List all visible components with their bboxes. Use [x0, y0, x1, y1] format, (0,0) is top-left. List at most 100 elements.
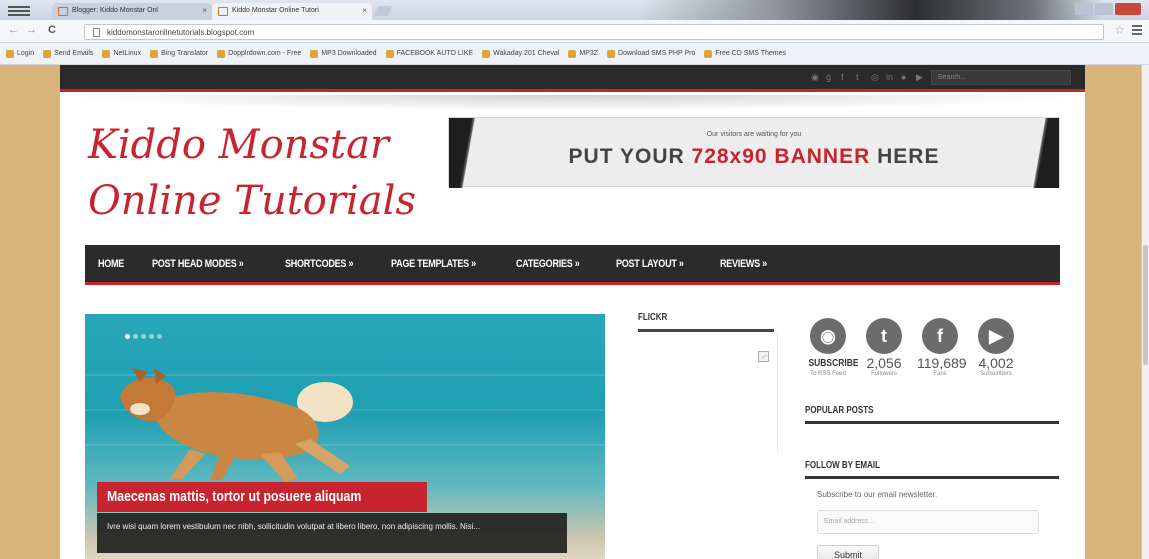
bookmark-item[interactable]: FACEBOOK AUTO LIKE: [385, 49, 473, 58]
slider-dot[interactable]: [125, 334, 130, 339]
bookmark-item[interactable]: Login: [6, 49, 34, 58]
rss-icon[interactable]: ◉: [810, 318, 846, 354]
slide-excerpt: Ivre wisi quam lorem vestibulum nec nibh…: [97, 513, 567, 553]
bookmark-label: NetLinux: [113, 50, 142, 57]
site-logo[interactable]: Kiddo Monstar Online Tutorials: [88, 117, 416, 229]
bookmark-item[interactable]: Free CD SMS Themes: [704, 49, 787, 58]
bookmark-icon: [310, 49, 319, 58]
blogger-favicon-icon: [218, 7, 228, 16]
tab-label: Kiddo Monstar Online Tutori: [232, 7, 319, 14]
nav-post-head-modes[interactable]: POST HEAD MODES »: [152, 258, 244, 270]
slide-title-text: Maecenas mattis, tortor ut posuere aliqu…: [107, 488, 362, 505]
social-counter-item[interactable]: ▶ 4,002 Subscribers: [973, 318, 1019, 378]
new-tab-button[interactable]: [374, 6, 392, 16]
dog-image: [120, 368, 353, 482]
linkedin-icon[interactable]: in: [886, 72, 895, 83]
social-counter: ◉ SUBSCRIBE To RSS Feed t 2,056 Followers f 119…: [805, 318, 1019, 378]
header-shadow: [60, 95, 1085, 111]
email-field[interactable]: Email address...: [817, 510, 1039, 534]
bookmark-label: Dopplrdown.com - Free: [228, 50, 302, 57]
forward-arrow-icon[interactable]: →: [26, 24, 37, 36]
slide-title[interactable]: Maecenas mattis, tortor ut posuere aliqu…: [97, 482, 428, 512]
bookmark-icon: [217, 49, 226, 58]
bookmark-item[interactable]: MP3 Downloaded: [310, 49, 377, 58]
nav-shortcodes[interactable]: SHORTCODES »: [285, 258, 353, 270]
social-count: 119,689: [917, 355, 967, 371]
flickr-widget: [628, 333, 778, 453]
close-tab-icon[interactable]: ×: [362, 6, 367, 15]
social-counter-item[interactable]: f 119,689 Fans: [917, 318, 967, 378]
featured-slider[interactable]: Maecenas mattis, tortor ut posuere aliqu…: [85, 314, 605, 559]
social-counter-item[interactable]: ◉ SUBSCRIBE To RSS Feed: [805, 318, 859, 378]
search-input[interactable]: Search...: [931, 70, 1071, 85]
bookmark-star-icon[interactable]: ☆: [1114, 23, 1125, 37]
banner-prefix: PUT YOUR: [568, 145, 692, 168]
youtube-icon[interactable]: ▶: [916, 72, 925, 83]
banner-mid: BANNER: [767, 145, 871, 168]
scrollbar-thumb[interactable]: [1143, 245, 1148, 365]
close-tab-icon[interactable]: ×: [202, 6, 207, 15]
bookmark-item[interactable]: MP3Z: [568, 49, 599, 58]
back-arrow-icon[interactable]: ←: [8, 24, 19, 36]
bookmark-item[interactable]: NetLinux: [102, 49, 142, 58]
twitter-icon[interactable]: t: [866, 318, 902, 354]
bookmark-item[interactable]: Download SMS PHP Pro: [607, 49, 696, 58]
flickr-widget-title: FLICKR: [638, 312, 774, 332]
bookmark-item[interactable]: Send Emails: [43, 49, 93, 58]
page-scrollbar[interactable]: [1141, 65, 1149, 559]
rss-icon[interactable]: ◉: [811, 72, 820, 83]
minimize-button[interactable]: [1075, 3, 1093, 15]
browser-tab-active[interactable]: Kiddo Monstar Online Tutori ×: [212, 3, 372, 20]
top-bar: ◉ g f t ◎ in ● ▶ Search...: [60, 65, 1085, 92]
bookmark-label: Download SMS PHP Pro: [618, 50, 696, 57]
slider-dot[interactable]: [133, 334, 138, 339]
banner-accent: 728x90: [691, 145, 768, 168]
nav-reviews[interactable]: REVIEWS »: [720, 258, 767, 270]
submit-button[interactable]: Submit: [817, 545, 879, 559]
dribbble-icon[interactable]: ◎: [871, 72, 880, 83]
slider-dot[interactable]: [157, 334, 162, 339]
social-count-label: Followers: [871, 371, 897, 377]
subscribe-text: Subscribe to our email newsletter.: [817, 490, 938, 499]
bookmark-item[interactable]: Wakaday 201 Cheval: [482, 49, 559, 58]
nav-categories[interactable]: CATEGORIES »: [516, 258, 580, 270]
logo-line-2: Online Tutorials: [88, 178, 416, 224]
facebook-icon[interactable]: f: [922, 318, 958, 354]
maximize-button[interactable]: [1095, 3, 1113, 15]
bookmark-icon: [43, 49, 52, 58]
google-plus-icon[interactable]: g: [826, 72, 835, 83]
facebook-icon[interactable]: f: [841, 72, 850, 83]
window-controls: [1075, 3, 1141, 15]
tab-label: Blogger: Kiddo Monstar Onl: [72, 7, 158, 14]
twitter-icon[interactable]: t: [856, 72, 865, 83]
flickr-icon[interactable]: ●: [901, 72, 910, 83]
nav-home[interactable]: HOME: [98, 258, 124, 270]
bookmark-icon: [568, 49, 577, 58]
logo-line-1: Kiddo Monstar: [88, 122, 390, 168]
bookmark-icon: [385, 49, 394, 58]
banner-headline: PUT YOUR 728x90 BANNER HERE: [449, 145, 1059, 169]
nav-post-layout[interactable]: POST LAYOUT »: [616, 258, 684, 270]
browser-menu-icon[interactable]: [1132, 25, 1142, 37]
browser-tab-bar: Blogger: Kiddo Monstar Onl × Kiddo Monst…: [0, 0, 1149, 20]
bookmark-label: MP3Z: [579, 50, 599, 57]
reload-icon[interactable]: C: [48, 24, 56, 36]
follow-email-title: FOLLOW BY EMAIL: [805, 460, 1059, 479]
slider-dot[interactable]: [141, 334, 146, 339]
youtube-icon[interactable]: ▶: [978, 318, 1014, 354]
bookmark-item[interactable]: Dopplrdown.com - Free: [217, 49, 302, 58]
bookmark-icon: [704, 49, 713, 58]
follow-email-text: FOLLOW BY EMAIL: [805, 460, 880, 471]
bookmark-label: Free CD SMS Themes: [715, 50, 787, 57]
ad-banner[interactable]: Our visitors are waiting for you PUT YOU…: [448, 117, 1060, 188]
url-field[interactable]: kiddomonstaronlinetutorials.blogspot.com: [84, 24, 1104, 40]
page-icon: [93, 28, 100, 37]
social-counter-item[interactable]: t 2,056 Followers: [861, 318, 907, 378]
close-window-button[interactable]: [1115, 3, 1141, 15]
nav-page-templates[interactable]: PAGE TEMPLATES »: [391, 258, 476, 270]
bookmark-icon: [102, 49, 111, 58]
window-menu-icon[interactable]: [8, 4, 30, 17]
bookmark-item[interactable]: Bing Translator: [150, 49, 208, 58]
slider-dot[interactable]: [149, 334, 154, 339]
browser-tab-blogger[interactable]: Blogger: Kiddo Monstar Onl ×: [52, 3, 212, 20]
